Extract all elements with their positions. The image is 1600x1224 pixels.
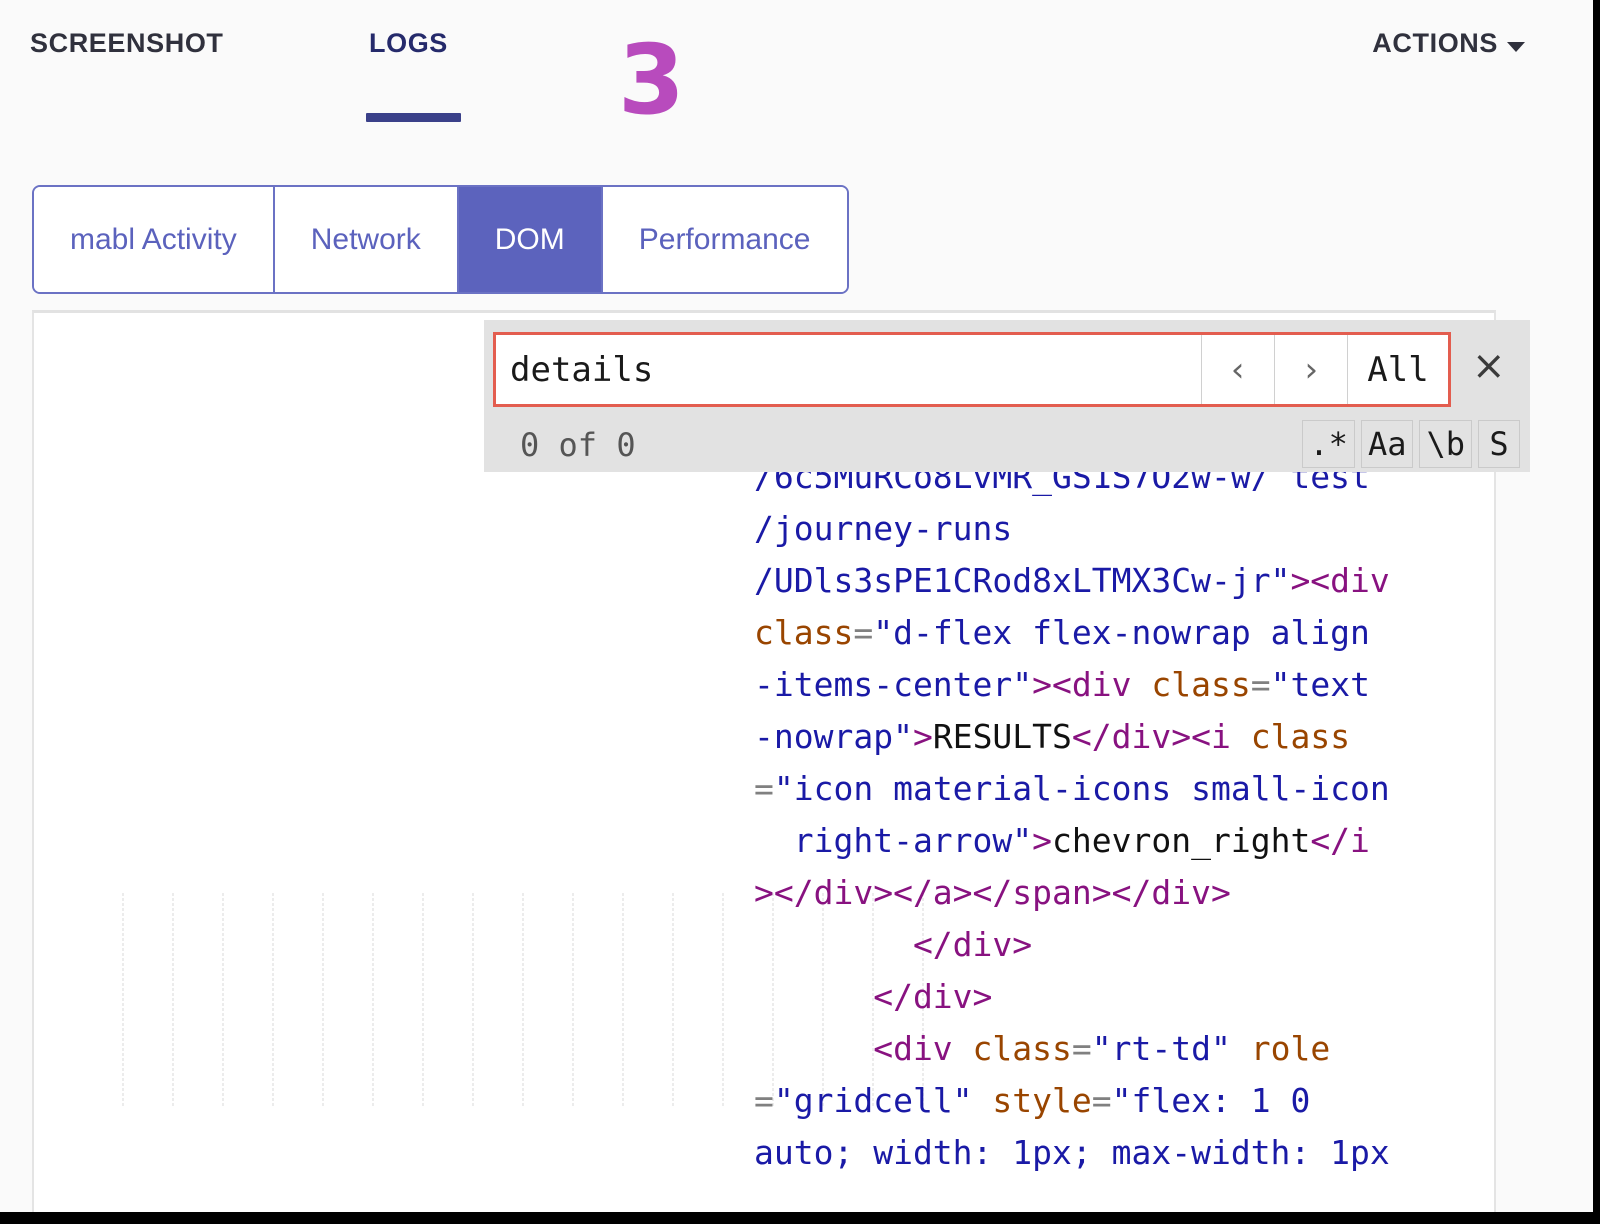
dom-source-code[interactable]: /6c5MuRCo8LvMR_GS1S7O2w-w/ test/journey-… — [754, 451, 1496, 1179]
find-input[interactable] — [496, 335, 1201, 404]
code-line: ="icon material-icons small-icon — [754, 763, 1496, 815]
code-line: </div> — [754, 971, 1496, 1023]
whole-word-toggle[interactable]: \b — [1419, 420, 1472, 468]
indent-guide-line — [472, 893, 474, 1108]
indent-guide-line — [672, 893, 674, 1108]
find-input-container: ‹ › All — [493, 332, 1451, 407]
indent-guide-line — [122, 893, 124, 1108]
indent-guide-line — [372, 893, 374, 1108]
find-match-count: 0 of 0 — [520, 426, 636, 464]
window-edge-right — [1593, 0, 1600, 1224]
code-line: </div> — [754, 919, 1496, 971]
header-tab-logs[interactable]: LOGS — [369, 28, 448, 59]
find-next-button[interactable]: › — [1274, 335, 1347, 404]
indent-guide-line — [222, 893, 224, 1108]
actions-menu-button[interactable]: ACTIONS — [1372, 28, 1525, 59]
code-line: -nowrap">RESULTS</div><i class — [754, 711, 1496, 763]
find-highlight-all-button[interactable]: All — [1347, 335, 1448, 404]
header-tab-screenshot[interactable]: SCREENSHOT — [30, 28, 224, 59]
code-line: /UDls3sPE1CRod8xLTMX3Cw-jr"><div — [754, 555, 1496, 607]
chevron-down-icon — [1507, 42, 1525, 52]
tab-network[interactable]: Network — [275, 187, 459, 292]
window-edge-bottom — [0, 1212, 1600, 1224]
active-tab-underline — [366, 113, 461, 122]
search-scope-toggle[interactable]: S — [1478, 420, 1520, 468]
code-line: -items-center"><div class="text — [754, 659, 1496, 711]
find-bar-bottom-row: 0 of 0 .* Aa \b S — [484, 418, 1530, 472]
match-case-toggle[interactable]: Aa — [1361, 420, 1414, 468]
find-option-toggles: .* Aa \b S — [1302, 420, 1520, 468]
close-icon[interactable]: × — [1472, 346, 1506, 386]
app-root: SCREENSHOT LOGS 3 ACTIONS mabl Activity … — [0, 0, 1600, 1224]
indent-guide-line — [172, 893, 174, 1108]
indent-guide-line — [322, 893, 324, 1108]
regex-toggle[interactable]: .* — [1302, 420, 1355, 468]
indent-guide-line — [572, 893, 574, 1108]
code-line: auto; width: 1px; max-width: 1px — [754, 1127, 1496, 1179]
find-previous-button[interactable]: ‹ — [1201, 335, 1274, 404]
tab-performance[interactable]: Performance — [603, 187, 847, 292]
indent-guide-line — [272, 893, 274, 1108]
indent-guide-line — [722, 893, 724, 1108]
indent-guide-line — [622, 893, 624, 1108]
tab-dom[interactable]: DOM — [459, 187, 603, 292]
find-bar-top-row: ‹ › All × — [484, 320, 1530, 418]
log-type-tab-group: mabl Activity Network DOM Performance — [32, 185, 849, 294]
annotation-step-number: 3 — [618, 32, 685, 128]
panel-header: SCREENSHOT LOGS 3 ACTIONS — [0, 0, 1593, 175]
tab-mabl-activity[interactable]: mabl Activity — [34, 187, 275, 292]
find-bar: ‹ › All × 0 of 0 .* Aa \b S — [484, 320, 1530, 472]
code-line: ></div></a></span></div> — [754, 867, 1496, 919]
actions-menu-label: ACTIONS — [1372, 28, 1498, 59]
indent-guide-line — [522, 893, 524, 1108]
code-line: <div class="rt-td" role — [754, 1023, 1496, 1075]
indent-guide-line — [422, 893, 424, 1108]
code-line: ="gridcell" style="flex: 1 0 — [754, 1075, 1496, 1127]
code-line: right-arrow">chevron_right</i — [754, 815, 1496, 867]
code-line: /journey-runs — [754, 503, 1496, 555]
code-line: class="d-flex flex-nowrap align — [754, 607, 1496, 659]
